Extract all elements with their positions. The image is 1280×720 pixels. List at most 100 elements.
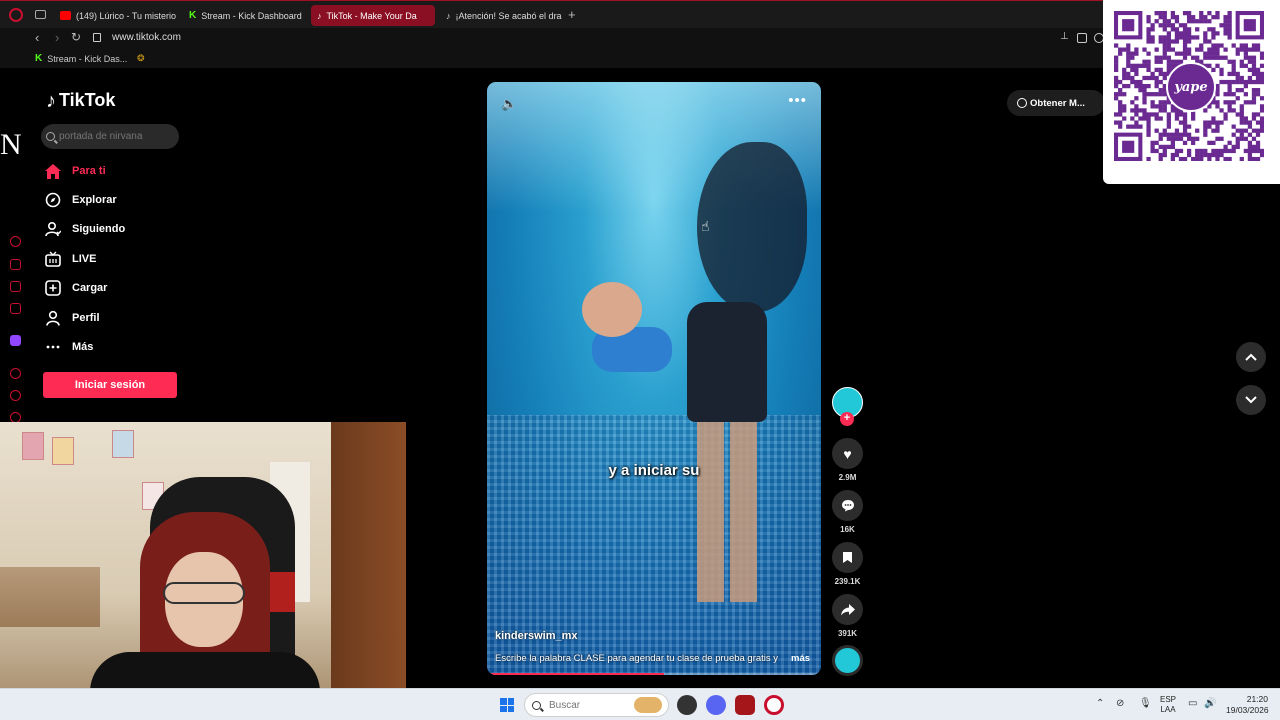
tray-clock[interactable]: 21:20 19/03/2026 <box>1226 694 1269 716</box>
kick-favicon-icon: K <box>189 10 197 21</box>
tab-youtube[interactable]: (149) Lúrico - Tu misterios <box>54 5 176 26</box>
qr-module <box>1223 55 1228 60</box>
bookmarks-bar: K Stream - Kick Das... ❂ <box>0 50 1280 68</box>
messenger-rail-icon[interactable] <box>10 281 21 292</box>
search-input[interactable] <box>59 131 174 142</box>
back-arrow-icon[interactable]: ‹ <box>35 30 39 45</box>
tray-mic-icon[interactable]: 🎙 <box>1139 698 1152 709</box>
qr-module <box>1215 128 1220 133</box>
qr-module <box>1223 47 1228 52</box>
nav-item-perfil[interactable]: Perfil <box>44 305 100 331</box>
follow-plus-icon[interactable]: + <box>840 412 854 426</box>
share-arrow-icon[interactable] <box>832 594 863 625</box>
taskbar-search[interactable] <box>524 693 669 717</box>
nav-item-live[interactable]: LIVE <box>44 246 96 272</box>
qr-module <box>1166 136 1171 141</box>
bookmark-icon[interactable] <box>832 542 863 573</box>
like-action[interactable]: ♥ 2.9M <box>832 438 863 482</box>
get-app-button[interactable]: Obtener M... <box>1007 90 1105 116</box>
new-tab-plus-icon[interactable]: + <box>568 7 576 22</box>
music-disc-icon[interactable] <box>832 645 863 676</box>
qr-module <box>1251 148 1257 154</box>
snapshot-icon[interactable] <box>1077 33 1087 43</box>
qr-module <box>1235 88 1240 93</box>
nav-item-explorar[interactable]: Explorar <box>44 187 117 213</box>
share-action[interactable]: 391K <box>832 594 863 638</box>
live-tv-icon <box>44 250 62 268</box>
qr-module <box>1255 140 1261 145</box>
qr-module <box>1227 156 1232 161</box>
player-rail-icon[interactable] <box>10 368 21 379</box>
qr-module <box>1134 124 1139 129</box>
qr-module <box>1126 63 1131 68</box>
qr-module <box>1191 55 1196 60</box>
opera-app-icon[interactable] <box>764 695 784 715</box>
tab-tiktok-2[interactable]: ♪ ¡Atención! Se acabó el dra <box>440 5 562 26</box>
qr-module <box>1259 152 1264 158</box>
qr-module <box>1215 152 1220 158</box>
windows-start-icon[interactable] <box>500 698 514 712</box>
comment-icon[interactable] <box>832 490 863 521</box>
forward-arrow-icon[interactable]: › <box>55 30 59 45</box>
tray-display-icon[interactable]: ▭ <box>1188 698 1197 709</box>
clock-rail-icon[interactable] <box>10 390 21 401</box>
url-field[interactable]: www.tiktok.com <box>112 32 181 43</box>
qr-module <box>1154 83 1159 89</box>
save-action[interactable]: 239.1K <box>832 542 863 586</box>
nav-item-para-ti[interactable]: Para ti <box>44 158 106 184</box>
video-progress-bar[interactable] <box>487 673 821 675</box>
video-player[interactable]: 🔈 ••• y a iniciar su kinderswim_mx Escri… <box>487 82 821 675</box>
qr-module <box>1243 92 1248 97</box>
tray-language[interactable]: ESP LAA <box>1160 695 1176 715</box>
bookmark-kick-dashboard[interactable]: K Stream - Kick Das... <box>35 53 127 64</box>
tab-kick-dashboard[interactable]: K Stream - Kick Dashboard <box>183 5 305 26</box>
previous-video-button[interactable] <box>1236 342 1266 372</box>
discord-app-icon[interactable] <box>706 695 726 715</box>
search-box[interactable] <box>41 124 179 149</box>
tray-network-off-icon[interactable]: ⊘ <box>1116 698 1124 709</box>
qr-module <box>1223 31 1228 36</box>
video-author[interactable]: kinderswim_mx <box>495 630 578 642</box>
twitch-rail-icon[interactable] <box>10 335 21 346</box>
tray-chevron-icon[interactable]: ⌃ <box>1096 698 1104 709</box>
video-scene-baby <box>582 282 692 392</box>
opera-logo-icon[interactable] <box>9 8 23 22</box>
qr-module <box>1227 100 1232 105</box>
nav-item-siguiendo[interactable]: Siguiendo <box>44 216 125 242</box>
next-video-button[interactable] <box>1236 385 1266 415</box>
nav-item-cargar[interactable]: Cargar <box>44 275 107 301</box>
qr-module <box>1231 71 1236 77</box>
description-more-link[interactable]: más <box>791 653 810 664</box>
qr-module <box>1142 63 1147 68</box>
search-highlight-icon <box>634 697 662 713</box>
tray-volume-icon[interactable]: 🔊 <box>1204 698 1216 709</box>
comment-action[interactable]: 16K <box>832 490 863 534</box>
video-more-dots-icon[interactable]: ••• <box>788 92 807 109</box>
qr-module <box>1207 51 1212 56</box>
qr-module <box>1219 71 1224 77</box>
qr-module <box>1235 112 1240 117</box>
qr-module <box>1134 96 1139 101</box>
pin-icon[interactable]: ⊥ <box>1060 31 1070 42</box>
qr-module <box>1203 35 1208 40</box>
whatsapp-rail-icon[interactable] <box>10 303 21 314</box>
heart-icon[interactable]: ♥ <box>832 438 863 469</box>
tiktok-logo[interactable]: ♪ TikTok <box>46 90 115 111</box>
reload-icon[interactable]: ↻ <box>71 30 81 44</box>
volume-icon[interactable]: 🔈 <box>501 96 517 112</box>
qr-module <box>1134 63 1139 68</box>
qr-module <box>1247 124 1253 129</box>
nav-item-mas[interactable]: Más <box>44 334 93 360</box>
qr-module <box>1158 132 1163 137</box>
bookmark-icon[interactable]: ❂ <box>137 53 145 64</box>
tab-overview-icon[interactable] <box>35 10 46 19</box>
qr-module <box>1255 128 1261 133</box>
app-icon[interactable] <box>735 695 755 715</box>
taskbar-search-input[interactable] <box>549 699 634 711</box>
history-rail-icon[interactable] <box>10 236 21 247</box>
obs-app-icon[interactable] <box>677 695 697 715</box>
bag-rail-icon[interactable] <box>10 259 21 270</box>
tab-tiktok[interactable]: ♪ TikTok - Make Your Da <box>311 5 435 26</box>
login-button[interactable]: Iniciar sesión <box>43 372 177 398</box>
qr-module <box>1158 156 1163 161</box>
